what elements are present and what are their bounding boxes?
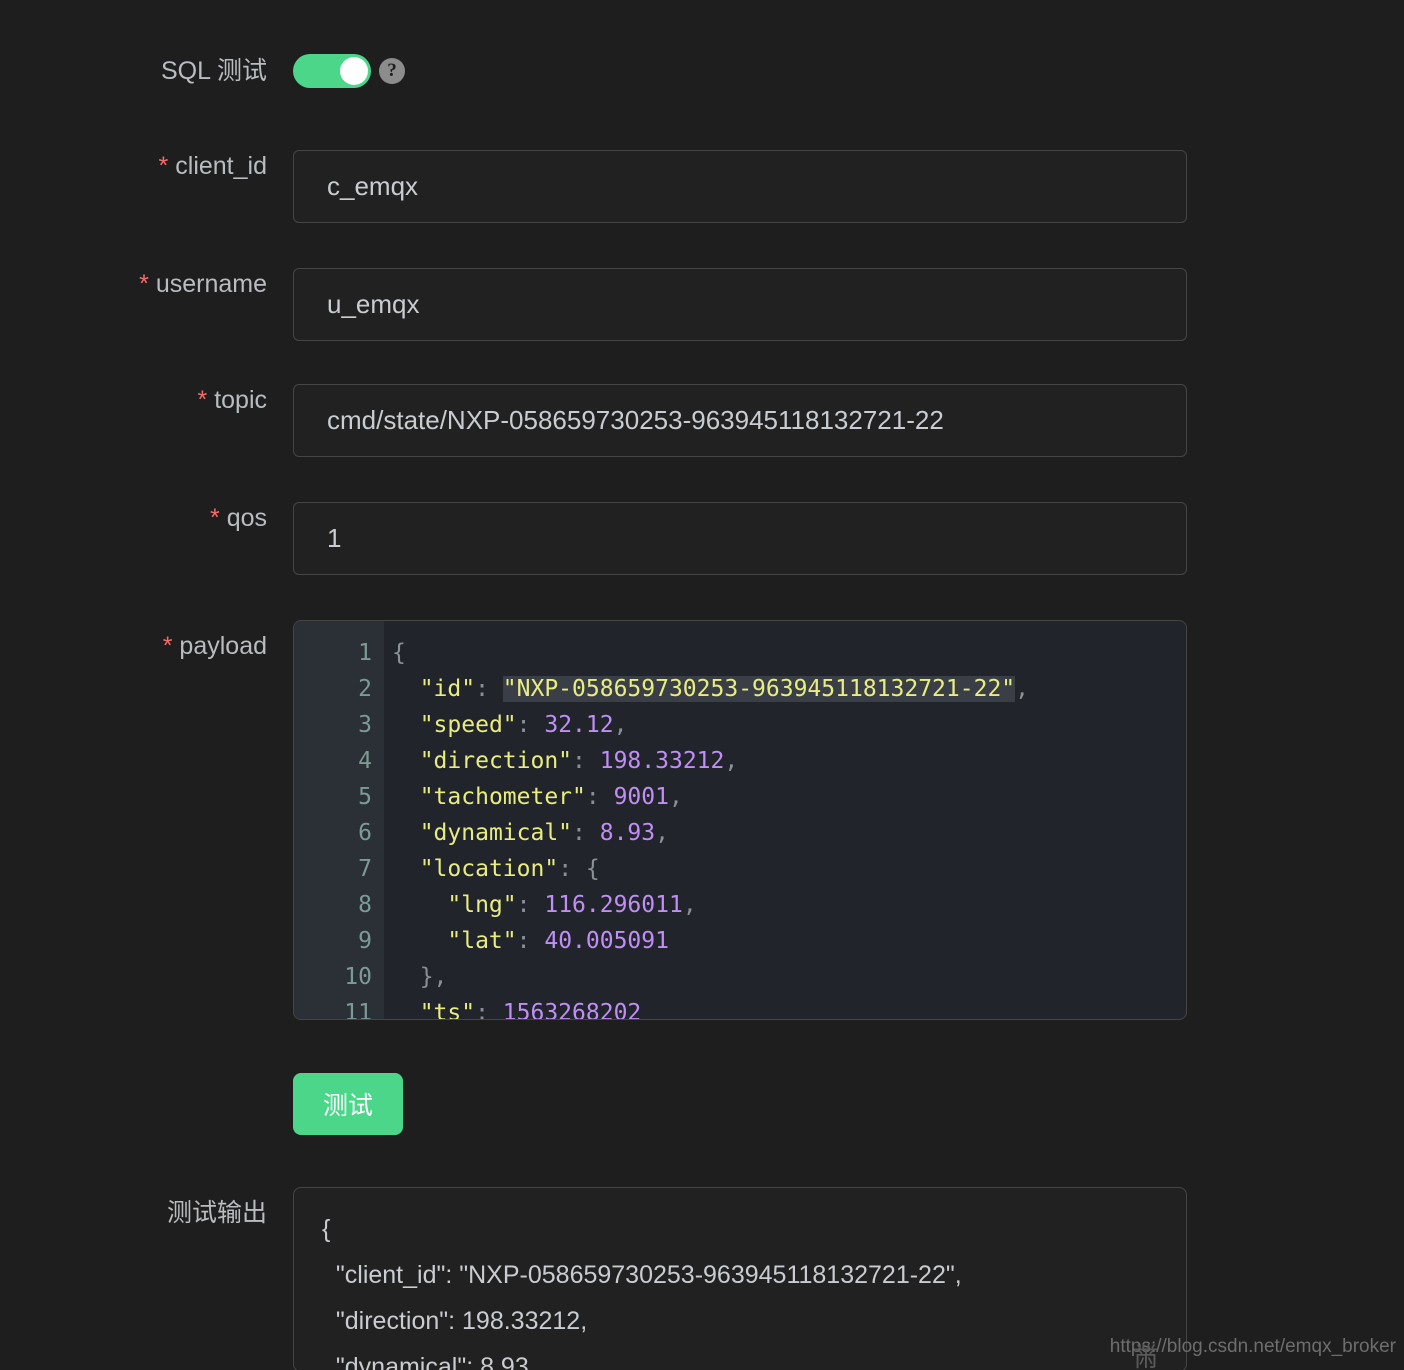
payload-code-editor[interactable]: 1 2 3 4 5 6 7 8 9 10 11 { "id": "NXP-058…: [293, 620, 1187, 1020]
required-asterisk: *: [139, 270, 149, 298]
line-number: 3: [294, 707, 384, 743]
sql-test-row: SQL 测试 ?: [0, 54, 405, 88]
question-mark-icon[interactable]: ?: [379, 58, 405, 84]
client-id-label-text: client_id: [175, 152, 267, 180]
line-number: 4: [294, 743, 384, 779]
username-label: *username: [0, 268, 267, 300]
line-number: 8: [294, 887, 384, 923]
topic-label: *topic: [0, 384, 267, 416]
sql-test-label: SQL 测试: [0, 54, 267, 88]
line-number: 1: [294, 635, 384, 671]
topic-input[interactable]: cmd/state/NXP-058659730253-9639451181327…: [293, 384, 1187, 457]
line-number: 11: [294, 995, 384, 1020]
selected-text: "NXP-058659730253-963945118132721-22": [503, 676, 1015, 702]
payload-row: *payload 1 2 3 4 5 6 7 8 9 10 11 { "id":…: [0, 620, 1187, 1020]
output-line: "direction": 198.33212,: [322, 1298, 1186, 1344]
qos-label-text: qos: [227, 504, 267, 532]
code-line: "dynamical": 8.93,: [392, 815, 1186, 851]
required-asterisk: *: [163, 632, 173, 660]
output-line: "dynamical": 8.93,: [322, 1344, 1186, 1370]
qos-row: *qos 1: [0, 502, 1187, 575]
test-button-row: 测试: [293, 1073, 403, 1135]
qos-label: *qos: [0, 502, 267, 534]
toggle-knob: [340, 57, 368, 85]
code-line: "tachometer": 9001,: [392, 779, 1186, 815]
test-output-box[interactable]: { "client_id": "NXP-058659730253-9639451…: [293, 1187, 1187, 1370]
topic-label-text: topic: [214, 386, 267, 414]
sql-test-controls: ?: [293, 54, 405, 88]
test-button[interactable]: 测试: [293, 1073, 403, 1135]
code-line: "lat": 40.005091: [392, 923, 1186, 959]
test-output-label: 测试输出: [0, 1187, 267, 1239]
client-id-label: *client_id: [0, 150, 267, 182]
line-number: 9: [294, 923, 384, 959]
username-label-text: username: [156, 270, 267, 298]
line-number: 7: [294, 851, 384, 887]
payload-label-text: payload: [179, 632, 267, 660]
client-id-input[interactable]: c_emqx: [293, 150, 1187, 223]
output-line: "client_id": "NXP-058659730253-963945118…: [322, 1252, 1186, 1298]
code-line: "speed": 32.12,: [392, 707, 1186, 743]
qos-input[interactable]: 1: [293, 502, 1187, 575]
code-line: "ts": 1563268202: [392, 995, 1186, 1019]
code-line: {: [392, 635, 1186, 671]
topic-row: *topic cmd/state/NXP-058659730253-963945…: [0, 384, 1187, 457]
sql-test-toggle[interactable]: [293, 54, 371, 88]
required-asterisk: *: [197, 386, 207, 414]
watermark-mark-icon: ⿋: [1133, 1344, 1159, 1370]
username-row: *username u_emqx: [0, 268, 1187, 341]
required-asterisk: *: [210, 504, 220, 532]
output-line: {: [322, 1206, 1186, 1252]
payload-label: *payload: [0, 620, 267, 672]
code-line: "location": {: [392, 851, 1186, 887]
line-number: 2: [294, 671, 384, 707]
sql-test-form-page: SQL 测试 ? *client_id c_emqx *username u_e…: [0, 0, 1404, 1370]
test-output-row: 测试输出 { "client_id": "NXP-058659730253-96…: [0, 1187, 1187, 1370]
code-line: "id": "NXP-058659730253-963945118132721-…: [392, 671, 1186, 707]
editor-line-number-gutter: 1 2 3 4 5 6 7 8 9 10 11: [294, 621, 384, 1019]
required-asterisk: *: [159, 152, 169, 180]
code-line: "lng": 116.296011,: [392, 887, 1186, 923]
username-input[interactable]: u_emqx: [293, 268, 1187, 341]
editor-code-area[interactable]: { "id": "NXP-058659730253-96394511813272…: [384, 621, 1186, 1019]
code-line: },: [392, 959, 1186, 995]
code-line: "direction": 198.33212,: [392, 743, 1186, 779]
line-number: 6: [294, 815, 384, 851]
client-id-row: *client_id c_emqx: [0, 150, 1187, 223]
line-number: 5: [294, 779, 384, 815]
line-number: 10: [294, 959, 384, 995]
